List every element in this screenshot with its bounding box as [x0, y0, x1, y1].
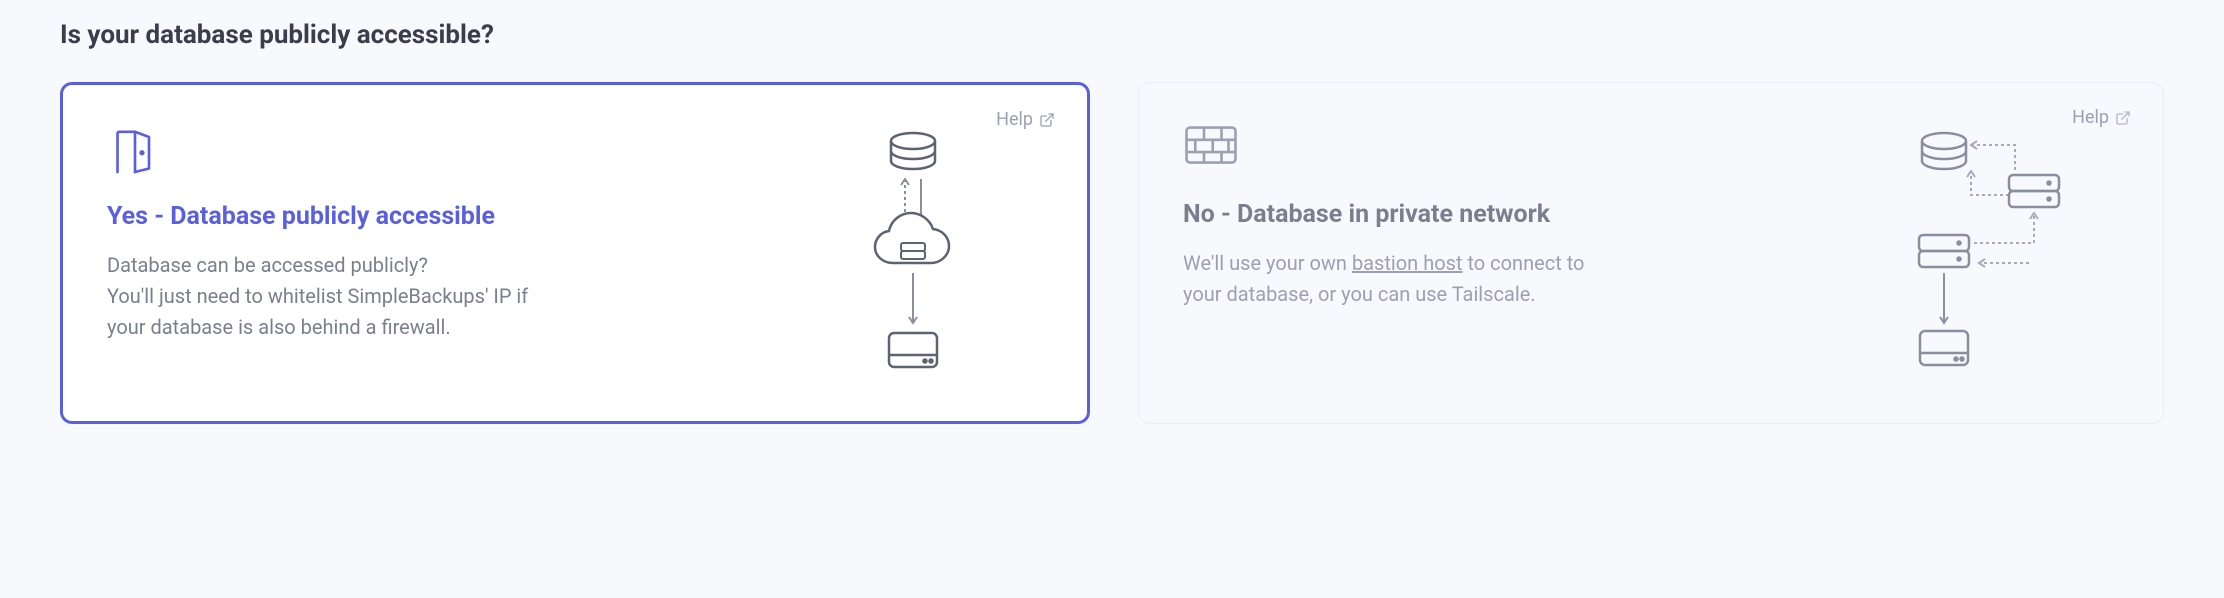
options-container: Help Yes - Database publicly accessible … [60, 82, 2164, 424]
firewall-icon [1183, 121, 1839, 177]
section-heading: Is your database publicly accessible? [60, 20, 2164, 50]
bastion-host-link[interactable]: bastion host [1352, 251, 1463, 275]
external-link-icon [1039, 112, 1055, 128]
diagram-private [1859, 121, 2119, 385]
option-card-private[interactable]: Help [1138, 82, 2164, 424]
open-door-icon [107, 123, 763, 179]
option-description: We'll use your own bastion host to conne… [1183, 248, 1623, 310]
card-left: Yes - Database publicly accessible Datab… [107, 123, 783, 383]
help-label: Help [996, 109, 1033, 130]
external-link-icon [2115, 110, 2131, 126]
option-title: No - Database in private network [1183, 199, 1839, 230]
help-label: Help [2072, 107, 2109, 128]
option-card-public[interactable]: Help Yes - Database publicly accessible … [60, 82, 1090, 424]
desc-prefix: We'll use your own [1183, 251, 1352, 275]
help-link-private[interactable]: Help [2072, 107, 2131, 128]
option-title: Yes - Database publicly accessible [107, 201, 763, 232]
option-description: Database can be accessed publicly? You'l… [107, 250, 547, 343]
help-link-public[interactable]: Help [996, 109, 1055, 130]
card-left: No - Database in private network We'll u… [1183, 121, 1859, 385]
diagram-public [783, 123, 1043, 383]
